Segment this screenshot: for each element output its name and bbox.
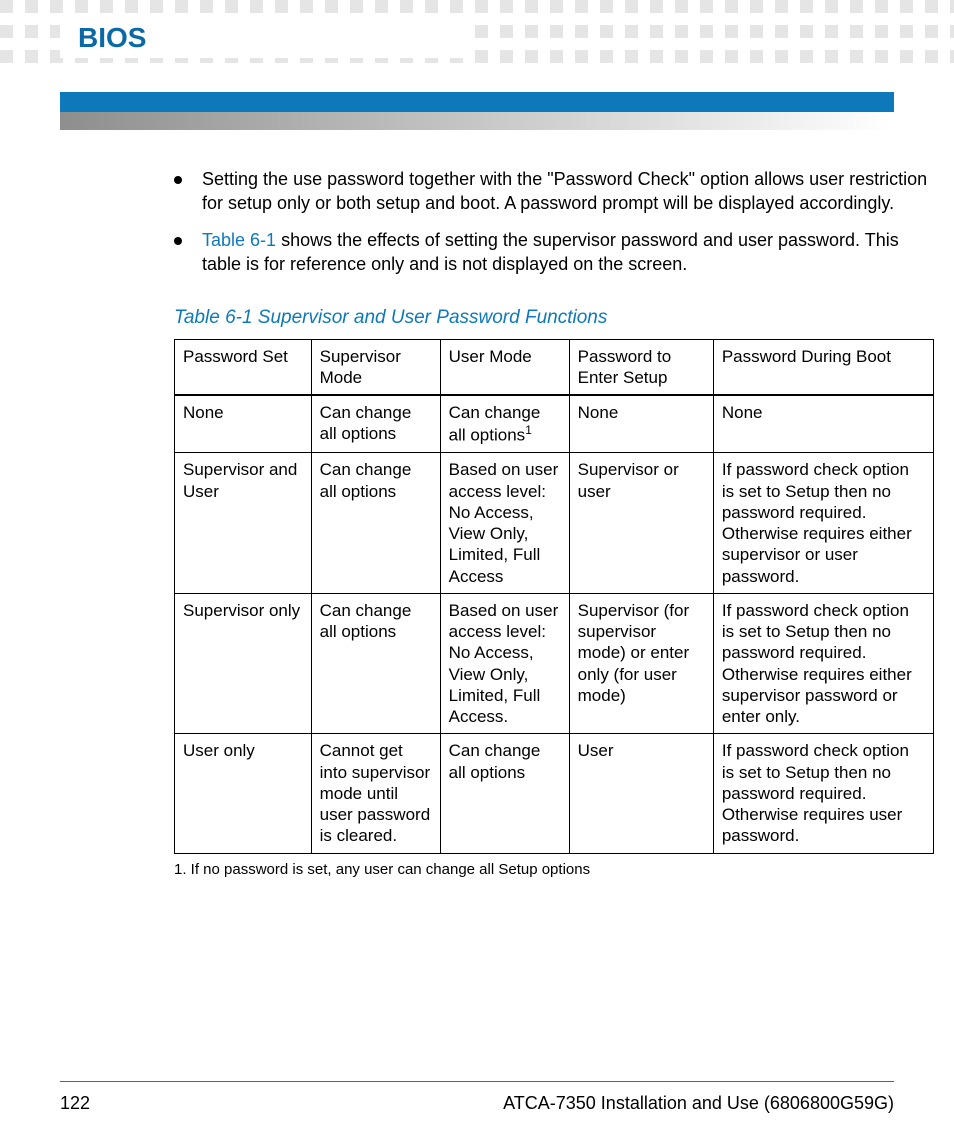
table-link[interactable]: Table 6-1	[202, 230, 276, 250]
password-functions-table: Password Set Supervisor Mode User Mode P…	[174, 339, 934, 854]
table-row: NoneCan change all optionsCan change all…	[175, 395, 934, 453]
table-header: Password Set	[175, 339, 312, 395]
table-cell: Cannot get into supervisor mode until us…	[311, 734, 440, 853]
table-row: Supervisor and UserCan change all option…	[175, 453, 934, 594]
table-caption: Table 6-1 Supervisor and User Password F…	[174, 306, 934, 331]
table-header: Supervisor Mode	[311, 339, 440, 395]
section-title: BIOS	[60, 0, 894, 56]
table-cell: Supervisor only	[175, 593, 312, 734]
table-cell: Can change all options1	[440, 395, 569, 453]
table-cell: Can change all options	[311, 395, 440, 453]
header-gradient-bar	[60, 112, 894, 130]
table-row: Supervisor onlyCan change all optionsBas…	[175, 593, 934, 734]
table-cell: If password check option is set to Setup…	[713, 734, 933, 853]
bullet-text: shows the effects of setting the supervi…	[202, 230, 899, 273]
table-cell: None	[175, 395, 312, 453]
page-content: Setting the use password together with t…	[174, 168, 934, 879]
table-cell: Can change all options	[311, 593, 440, 734]
table-cell: Supervisor (for supervisor mode) or ente…	[569, 593, 713, 734]
table-header: Password to Enter Setup	[569, 339, 713, 395]
table-cell: Can change all options	[311, 453, 440, 594]
table-cell: Based on user access level: No Access, V…	[440, 453, 569, 594]
table-footnote: 1. If no password is set, any user can c…	[174, 860, 934, 880]
table-header-row: Password Set Supervisor Mode User Mode P…	[175, 339, 934, 395]
table-header: User Mode	[440, 339, 569, 395]
table-cell: Can change all options	[440, 734, 569, 853]
doc-title: ATCA-7350 Installation and Use (6806800G…	[503, 1092, 894, 1115]
table-cell: Supervisor and User	[175, 453, 312, 594]
table-cell: Based on user access level: No Access, V…	[440, 593, 569, 734]
table-cell: Supervisor or user	[569, 453, 713, 594]
header-blue-bar	[60, 92, 894, 112]
page-footer: 122 ATCA-7350 Installation and Use (6806…	[60, 1081, 894, 1115]
table-cell: User	[569, 734, 713, 853]
bullet-item: Setting the use password together with t…	[174, 168, 934, 215]
bullet-text: Setting the use password together with t…	[202, 169, 927, 212]
bullet-item: Table 6-1 shows the effects of setting t…	[174, 229, 934, 276]
table-cell: If password check option is set to Setup…	[713, 593, 933, 734]
bullet-list: Setting the use password together with t…	[174, 168, 934, 276]
table-cell: User only	[175, 734, 312, 853]
table-cell: None	[713, 395, 933, 453]
footnote-marker: 1	[525, 423, 532, 437]
table-cell: None	[569, 395, 713, 453]
table-cell: If password check option is set to Setup…	[713, 453, 933, 594]
page-number: 122	[60, 1092, 90, 1115]
table-row: User onlyCannot get into supervisor mode…	[175, 734, 934, 853]
table-header: Password During Boot	[713, 339, 933, 395]
